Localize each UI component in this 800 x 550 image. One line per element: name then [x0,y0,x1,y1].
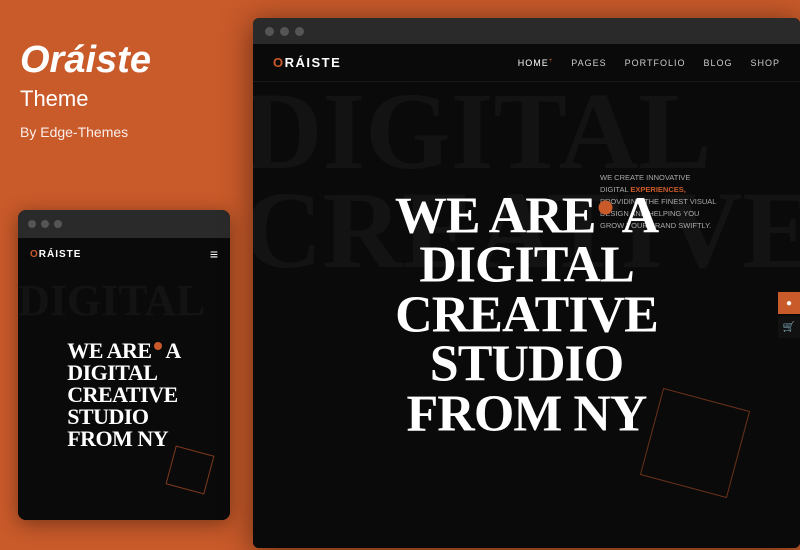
mobile-preview: ORÁISTE ≡ DIGITAL WE ARE A DIGITAL CREAT… [18,210,230,520]
desktop-preview: ORÁISTE HOME+ PAGES PORTFOLIO BLOG SHOP … [253,18,800,548]
nav-link-portfolio[interactable]: PORTFOLIO [625,58,686,68]
mobile-nav: ORÁISTE ≡ [18,238,230,270]
mobile-logo-accent: O [30,249,39,260]
orange-dot [154,342,162,350]
nav-link-shop[interactable]: SHOP [750,58,780,68]
theme-author: By Edge-Themes [20,124,228,140]
nav-link-blog[interactable]: BLOG [703,58,732,68]
desktop-nav: ORÁISTE HOME+ PAGES PORTFOLIO BLOG SHOP [253,44,800,82]
desktop-browser-dot-1 [265,27,274,36]
desktop-hero: DIGITALCREATIVE WE ARE A DIGITAL CREATIV… [253,82,800,548]
desktop-hero-main: WE ARE A DIGITAL CREATIVE STUDIO FROM NY [253,192,800,439]
mobile-logo: ORÁISTE [30,249,81,260]
hamburger-icon[interactable]: ≡ [210,246,218,262]
mobile-hero: DIGITAL WE ARE A DIGITAL CREATIVE STUDIO… [18,270,230,520]
mobile-browser-bar [18,210,230,238]
browser-dot-1 [28,220,36,228]
nav-link-pages[interactable]: PAGES [571,58,606,68]
desktop-browser-bar [253,18,800,44]
nav-link-home[interactable]: HOME+ [518,58,554,68]
desktop-browser-dot-3 [295,27,304,36]
desktop-nav-links: HOME+ PAGES PORTFOLIO BLOG SHOP [518,58,780,68]
mobile-hero-text: WE ARE A DIGITAL CREATIVE STUDIO FROM NY [55,330,193,460]
desktop-orange-dot [598,200,612,214]
browser-dot-2 [41,220,49,228]
mobile-bg-text: DIGITAL [18,275,230,326]
theme-subtitle: Theme [20,86,228,112]
mobile-hero-heading: WE ARE A DIGITAL CREATIVE STUDIO FROM NY [67,340,181,450]
browser-dot-3 [54,220,62,228]
theme-title: Oráiste [20,40,228,82]
desktop-logo: ORÁISTE [273,55,341,70]
desktop-logo-accent: O [273,55,285,70]
desktop-hero-heading: WE ARE A DIGITAL CREATIVE STUDIO FROM NY [253,192,800,439]
desktop-browser-dot-2 [280,27,289,36]
